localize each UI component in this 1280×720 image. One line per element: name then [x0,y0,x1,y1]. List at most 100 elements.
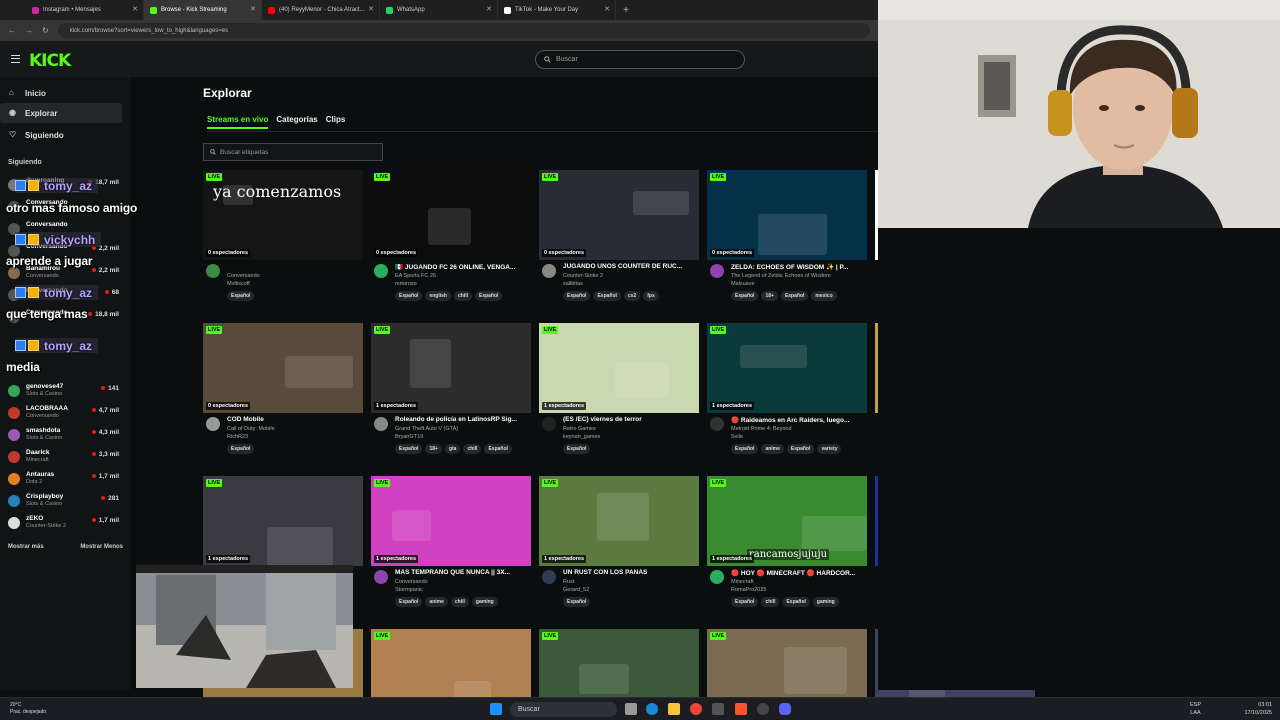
show-less-button[interactable]: Mostrar Menos [80,544,123,550]
stream-title[interactable]: 🇲🇽 JUGANDO FC 26 ONLINE, VENGA... [395,263,531,271]
tag-chip[interactable]: Español [786,444,815,454]
clock[interactable]: 03:01 17/10/2025 [1244,701,1272,717]
channel-avatar[interactable] [710,264,724,278]
stream-card[interactable]: LIVE [539,629,699,699]
new-tab-icon[interactable]: + [616,5,636,16]
tag-chip[interactable]: fps [643,291,659,301]
stream-card[interactable]: ya comenzamos LIVE 0 espectadores Conversan… [203,170,363,320]
stream-thumbnail[interactable]: LIVE 1 espectadores [707,323,867,413]
nav-siguiendo[interactable]: ♡ Siguiendo [0,125,130,145]
browser-tab[interactable]: Browse - Kick Streaming ✕ [144,0,262,20]
stream-title[interactable]: 🔴 HOY 🔴 MINECRAFT 🔴 HARDCOR... [731,569,867,577]
stream-thumbnail[interactable]: LIVE 0 espectadores [539,170,699,260]
browser-tab[interactable]: TikTok - Make Your Day ✕ [498,0,616,20]
tab-categorias[interactable]: Categorías [276,115,317,129]
stream-thumbnail[interactable]: LIVE [707,629,867,699]
reload-icon[interactable]: ↻ [42,26,49,35]
taskbar-search[interactable]: Buscar [510,702,617,717]
channel-avatar[interactable] [374,264,388,278]
followed-channel[interactable]: Antauras Dota 2 1,7 mil [8,471,123,493]
tag-chip[interactable]: gta [444,444,461,454]
tag-chip[interactable]: Español [395,597,423,607]
stream-thumbnail[interactable]: LIVE [371,629,531,699]
stream-username[interactable]: mrtoroso [395,281,417,287]
stream-card[interactable]: LIVE 1 espectadores Roleando de policía en… [371,323,531,473]
browser-tab[interactable]: WhatsApp ✕ [380,0,498,20]
stream-username[interactable]: Svile [731,434,743,440]
followed-channel[interactable]: Crisplayboy Slots & Casino 281 [8,493,123,515]
stream-category[interactable]: The Legend of Zelda: Echoes of Wisdom [731,273,831,279]
browser-tab[interactable]: Instagram • Mensajes ✕ [26,0,144,20]
stream-card[interactable]: LIVE 1 espectadores 🔴 Raideamos en Arc Rai… [707,323,867,473]
stream-card[interactable]: LIVE 0 espectadores JUGANDO UNOS COUNTER D… [539,170,699,320]
stream-card[interactable]: LIVE 0 espectadores 🇲🇽 JUGANDO FC 26 ONLIN… [371,170,531,320]
stream-category[interactable]: Call of Duty: Mobile [227,426,275,432]
brave-icon[interactable] [735,703,747,715]
tag-chip[interactable]: variety [817,444,842,454]
tag-chip[interactable]: Español [563,444,591,454]
stream-title[interactable]: 🔴 Raideamos en Arc Raiders, luego... [731,416,867,424]
tag-chip[interactable]: Español [395,291,423,301]
explorer-icon[interactable] [668,703,680,715]
stream-card[interactable]: rancamosjujuju LIVE 1 espectadores 🔴 HOY 🔴 … [707,476,867,626]
stream-thumbnail[interactable]: ya comenzamos LIVE 0 espectadores [203,170,363,260]
followed-channel[interactable]: zEKO Counter-Strike 2 1,7 mil [8,515,123,537]
channel-avatar[interactable] [542,264,556,278]
stream-title[interactable]: COD Mobile [227,416,363,423]
close-icon[interactable]: ✕ [486,5,492,13]
followed-channel[interactable]: LACOBRAAA Conversando 4,7 mil [8,405,123,427]
tag-chip[interactable]: Español [731,291,759,301]
channel-avatar[interactable] [710,417,724,431]
stream-title[interactable]: Roleando de policía en LatinosRP Sig... [395,416,531,423]
close-icon[interactable]: ✕ [132,5,138,13]
tab-streams-en-vivo[interactable]: Streams en vivo [207,115,269,129]
stream-card[interactable]: LIVE [707,629,867,699]
stream-username[interactable]: Malsuave [731,281,755,287]
tag-chip[interactable]: Español [227,444,255,454]
stream-thumbnail[interactable]: rancamosjujuju LIVE 1 espectadores [707,476,867,566]
chrome-icon[interactable] [690,703,702,715]
language-indicator[interactable]: ESP LAA [1190,701,1201,717]
followed-channel[interactable]: genovese47 Slots & Casino 141 [8,383,123,405]
channel-avatar[interactable] [542,570,556,584]
browser-tab[interactable]: (40) ReyyMenor - Chica Atract... ✕ [262,0,380,20]
followed-channel[interactable]: smashdota Slots & Casino 4,3 mil [8,427,123,449]
tag-chip[interactable]: mexico [811,291,837,301]
nav-inicio[interactable]: ⌂ Inicio [0,83,130,103]
stream-card[interactable]: LIVE 1 espectadores UN RUST CON LOS PANAS R… [539,476,699,626]
url-input[interactable]: kick.com/browse?sort=viewers_low_to_high… [57,23,870,38]
stream-card[interactable]: LIVE 1 espectadores MAS TEMPRANO QUE NUNCA… [371,476,531,626]
tag-chip[interactable]: gaming [812,597,839,607]
tag-chip[interactable]: gaming [471,597,498,607]
tag-chip[interactable]: 18+ [425,444,442,454]
stream-username[interactable]: RomaPro2025 [731,587,766,593]
tag-search-input[interactable]: Buscar etiquetas [203,143,383,161]
edge-icon[interactable] [646,703,658,715]
tag-chip[interactable]: Español [227,291,255,301]
tab-clips[interactable]: Clips [326,115,346,129]
stream-title[interactable]: JUGANDO UNOS COUNTER DE RUC... [563,263,699,270]
close-icon[interactable]: ✕ [604,5,610,13]
task-view-icon[interactable] [625,703,637,715]
stream-title[interactable]: (ES /EC) viernes de terror [563,416,699,423]
discord-icon[interactable] [779,703,791,715]
channel-avatar[interactable] [206,264,220,278]
obs-icon[interactable] [757,703,769,715]
stream-card[interactable]: LIVE [371,629,531,699]
channel-avatar[interactable] [710,570,724,584]
tag-chip[interactable]: Español [395,444,423,454]
show-more-button[interactable]: Mostrar más [8,544,44,550]
tag-chip[interactable]: Español [563,291,591,301]
channel-avatar[interactable] [374,417,388,431]
tag-chip[interactable]: anime [425,597,448,607]
app-icon[interactable] [712,703,724,715]
stream-username[interactable]: salibitas [563,281,583,287]
tag-chip[interactable]: chill [761,597,780,607]
stream-category[interactable]: Rust [563,579,574,585]
stream-category[interactable]: Metroid Prime 4: Beyond [731,426,792,432]
tag-chip[interactable]: 18+ [761,291,778,301]
stream-thumbnail[interactable]: LIVE 0 espectadores [203,323,363,413]
stream-username[interactable]: RichR23 [227,434,248,440]
tag-chip[interactable]: Español [484,444,512,454]
channel-avatar[interactable] [206,417,220,431]
